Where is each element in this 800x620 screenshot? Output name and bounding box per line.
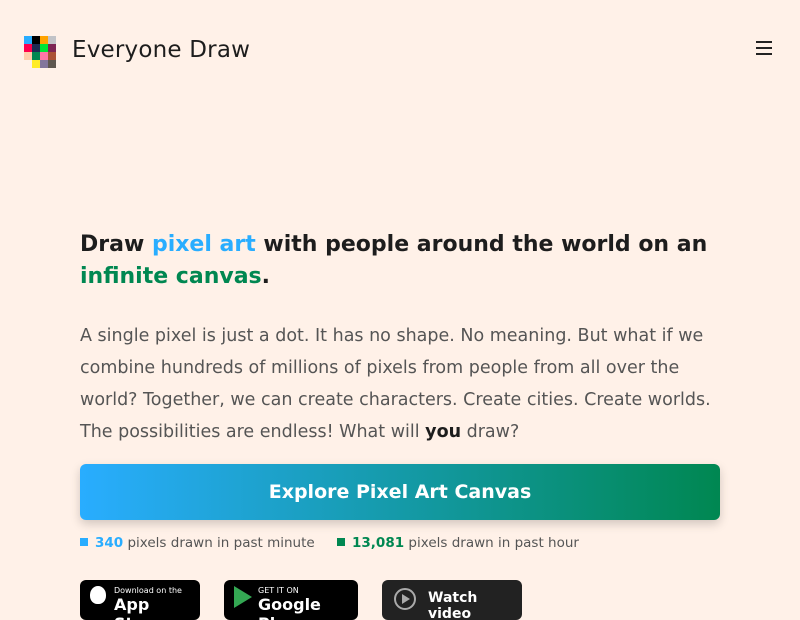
apple-icon: [90, 586, 106, 604]
app-store-big-text: App Store: [114, 595, 163, 620]
stat-past-minute: 340 pixels drawn in past minute: [80, 535, 315, 551]
logo-pixel: [32, 44, 40, 52]
header: Everyone Draw: [0, 0, 800, 100]
logo-pixel: [32, 52, 40, 60]
description-text: A single pixel is just a dot. It has no …: [80, 326, 711, 442]
logo-icon[interactable]: [24, 36, 56, 68]
blue-square-icon: [80, 538, 88, 546]
google-play-icon: [234, 586, 252, 608]
logo-pixel: [48, 36, 56, 44]
logo-pixel: [40, 60, 48, 68]
logo-pixel: [48, 52, 56, 60]
hamburger-menu-icon[interactable]: [754, 41, 774, 59]
watch-video-button[interactable]: Watch video: [382, 580, 522, 620]
google-play-small-text: GET IT ON: [258, 586, 299, 595]
green-square-icon: [337, 538, 346, 546]
stats-row: 340 pixels drawn in past minute 13,081 p…: [80, 535, 597, 551]
headline-highlight-pixel-art: pixel art: [151, 232, 256, 257]
logo-pixel: [32, 60, 40, 68]
hero-description: A single pixel is just a dot. It has no …: [80, 320, 720, 448]
stat-label: pixels drawn in past hour: [408, 535, 579, 551]
headline-highlight-infinite-canvas: infinite canvas: [80, 264, 262, 289]
logo-pixel: [40, 52, 48, 60]
description-text: draw?: [461, 422, 520, 442]
play-icon: [402, 594, 410, 604]
logo-pixel: [40, 44, 48, 52]
logo-pixel: [24, 52, 32, 60]
hero-headline: Draw pixel art with people around the wo…: [80, 229, 730, 293]
explore-canvas-button[interactable]: Explore Pixel Art Canvas: [80, 464, 720, 520]
watch-video-label: Watch video: [428, 590, 478, 620]
logo-pixel: [40, 36, 48, 44]
google-play-big-text: Google Play: [258, 595, 321, 620]
google-play-button[interactable]: GET IT ON Google Play: [224, 580, 358, 620]
logo-pixel: [48, 60, 56, 68]
app-store-button[interactable]: Download on the App Store: [80, 580, 200, 620]
stat-past-hour: 13,081 pixels drawn in past hour: [337, 535, 579, 551]
app-store-small-text: Download on the: [114, 586, 182, 595]
stat-value: 340: [95, 535, 124, 551]
stat-value: 13,081: [352, 535, 405, 551]
logo-pixel: [24, 36, 32, 44]
description-emphasis: you: [425, 422, 462, 442]
logo-pixel: [32, 36, 40, 44]
headline-period: .: [261, 264, 270, 289]
logo-pixel: [48, 44, 56, 52]
logo-pixel: [24, 60, 32, 68]
headline-text: with people around the world on an: [255, 232, 708, 257]
headline-text: Draw: [80, 232, 152, 257]
stat-label: pixels drawn in past minute: [127, 535, 315, 551]
logo-pixel: [24, 44, 32, 52]
brand-title[interactable]: Everyone Draw: [72, 37, 250, 63]
